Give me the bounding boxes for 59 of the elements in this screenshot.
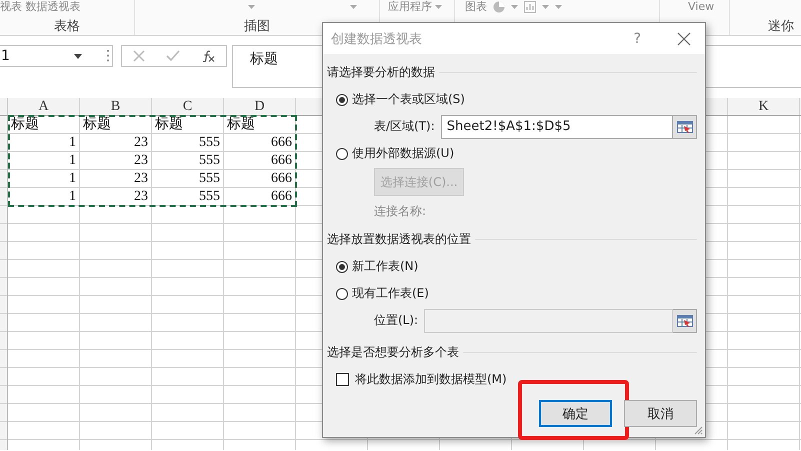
table-cell[interactable]: 555 bbox=[152, 152, 224, 170]
checkbox-label[interactable]: 将此数据添加到数据模型(M) bbox=[355, 371, 507, 388]
table-cell[interactable]: 666 bbox=[224, 170, 296, 188]
table-cell[interactable]: 555 bbox=[152, 188, 224, 206]
checkbox[interactable] bbox=[336, 373, 349, 386]
section-heading: 选择是否想要分析多个表 bbox=[327, 344, 459, 360]
ribbon-group-label: 插图 bbox=[244, 18, 270, 35]
field-label: 表/区域(T): bbox=[374, 118, 435, 135]
table-cell[interactable]: 666 bbox=[224, 188, 296, 206]
table-cell[interactable]: 标题 bbox=[152, 116, 224, 134]
section-heading: 选择放置数据透视表的位置 bbox=[327, 230, 471, 248]
connection-name-label: 连接名称: bbox=[374, 202, 426, 220]
dialog-button[interactable]: 取消 bbox=[624, 400, 697, 427]
ribbon-group-label: 迷你 bbox=[768, 18, 794, 35]
range-picker-button[interactable] bbox=[673, 114, 697, 138]
table-cell[interactable]: 1 bbox=[8, 152, 80, 170]
range-select-icon[interactable] bbox=[676, 120, 692, 132]
radio-button[interactable] bbox=[336, 260, 348, 272]
column-header[interactable]: C bbox=[152, 98, 224, 115]
section-heading: 请选择要分析的数据 bbox=[327, 64, 435, 80]
close-icon[interactable] bbox=[677, 32, 691, 46]
column-header[interactable]: K bbox=[728, 98, 800, 115]
radio-button[interactable] bbox=[336, 94, 348, 106]
table-cell[interactable]: 555 bbox=[152, 170, 224, 188]
table-cell[interactable]: 666 bbox=[224, 134, 296, 152]
range-picker-button[interactable] bbox=[673, 308, 697, 332]
table-cell[interactable]: 标题 bbox=[80, 116, 152, 134]
radio-label[interactable]: 选择一个表或区域(S) bbox=[352, 91, 465, 108]
checkmark-icon[interactable] bbox=[166, 50, 180, 62]
more-options[interactable]: ⋮ bbox=[101, 45, 107, 67]
help-button[interactable]: ? bbox=[634, 30, 641, 46]
table-cell[interactable]: 1 bbox=[8, 188, 80, 206]
dialog-title: 创建数据透视表 bbox=[331, 30, 423, 48]
resize-grip-icon[interactable] bbox=[694, 426, 703, 435]
column-header[interactable]: A bbox=[8, 98, 80, 115]
table-cell[interactable]: 23 bbox=[80, 152, 152, 170]
radio-button[interactable] bbox=[336, 148, 348, 160]
ribbon-group-label: 表格 bbox=[54, 18, 80, 35]
radio-label[interactable]: 新工作表(N) bbox=[352, 258, 418, 275]
table-cell[interactable]: 666 bbox=[224, 152, 296, 170]
function-icon[interactable] bbox=[201, 50, 216, 62]
table-cell[interactable]: 23 bbox=[80, 170, 152, 188]
range-field[interactable]: Sheet2!$A$1:$D$5 bbox=[440, 114, 673, 138]
table-cell[interactable]: 23 bbox=[80, 134, 152, 152]
radio-button[interactable] bbox=[336, 288, 348, 300]
table-cell[interactable]: 23 bbox=[80, 188, 152, 206]
dropdown-caret-icon[interactable] bbox=[74, 54, 82, 58]
table-cell[interactable]: 1 bbox=[8, 170, 80, 188]
table-cell[interactable]: 1 bbox=[8, 134, 80, 152]
table-cell[interactable]: 标题 bbox=[8, 116, 80, 134]
range-select-icon[interactable] bbox=[676, 314, 692, 326]
dialog-button[interactable]: 确定 bbox=[539, 400, 612, 427]
field-label: 位置(L): bbox=[374, 312, 418, 329]
column-header[interactable]: B bbox=[80, 98, 152, 115]
radio-label[interactable]: 使用外部数据源(U) bbox=[352, 145, 454, 162]
table-cell[interactable]: 555 bbox=[152, 134, 224, 152]
table-cell[interactable]: 标题 bbox=[224, 116, 296, 134]
radio-label[interactable]: 现有工作表(E) bbox=[352, 285, 429, 302]
column-header[interactable]: D bbox=[224, 98, 296, 115]
